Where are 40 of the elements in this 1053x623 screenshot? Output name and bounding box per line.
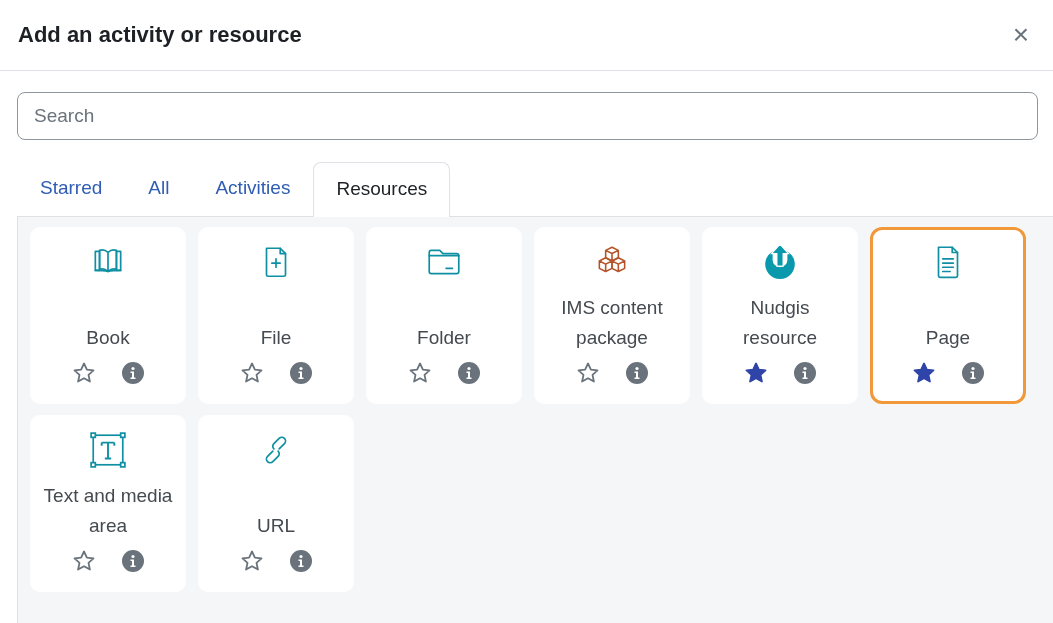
tab[interactable]: Resources <box>313 162 451 217</box>
activity-name: Page <box>924 325 972 350</box>
close-button[interactable]: × <box>1006 21 1035 49</box>
activity-card[interactable]: Folder <box>366 226 522 404</box>
activity-name: URL <box>256 513 296 538</box>
activity-name: IMS content package <box>560 295 664 350</box>
info-icon[interactable] <box>962 361 984 384</box>
activity-name: Folder <box>416 325 472 350</box>
tab[interactable]: All <box>125 162 193 216</box>
activity-card[interactable]: Book <box>30 226 186 404</box>
search-field[interactable]: Search <box>17 92 1038 140</box>
info-icon[interactable] <box>290 361 312 384</box>
info-icon[interactable] <box>122 361 144 384</box>
activity-name: Text and media area <box>42 483 174 538</box>
activity-card[interactable]: Nudgis resource <box>702 226 858 404</box>
info-icon[interactable] <box>794 361 816 384</box>
star-icon[interactable] <box>72 360 96 385</box>
star-icon[interactable] <box>744 360 768 385</box>
star-icon[interactable] <box>240 360 264 385</box>
dialog-title: Add an activity or resource <box>18 21 302 49</box>
activity-name: Book <box>85 325 131 350</box>
star-icon[interactable] <box>408 360 432 385</box>
text-frame-icon <box>89 430 127 469</box>
tab[interactable]: Activities <box>192 162 314 216</box>
info-icon[interactable] <box>458 361 480 384</box>
activity-card[interactable]: File <box>198 226 354 404</box>
info-icon[interactable] <box>626 361 648 384</box>
tab[interactable]: Starred <box>17 162 126 216</box>
activity-card[interactable]: Text and media area <box>30 414 186 592</box>
star-icon[interactable] <box>576 360 600 385</box>
activity-card[interactable]: IMS content package <box>534 226 690 404</box>
activity-card[interactable]: URL <box>198 414 354 592</box>
info-icon[interactable] <box>290 549 312 572</box>
star-icon[interactable] <box>72 548 96 573</box>
info-icon[interactable] <box>122 549 144 572</box>
star-icon[interactable] <box>912 360 936 385</box>
activity-name: Nudgis resource <box>742 295 818 350</box>
activity-card[interactable]: Page <box>870 226 1026 404</box>
star-icon[interactable] <box>240 548 264 573</box>
activity-name: File <box>259 325 293 350</box>
